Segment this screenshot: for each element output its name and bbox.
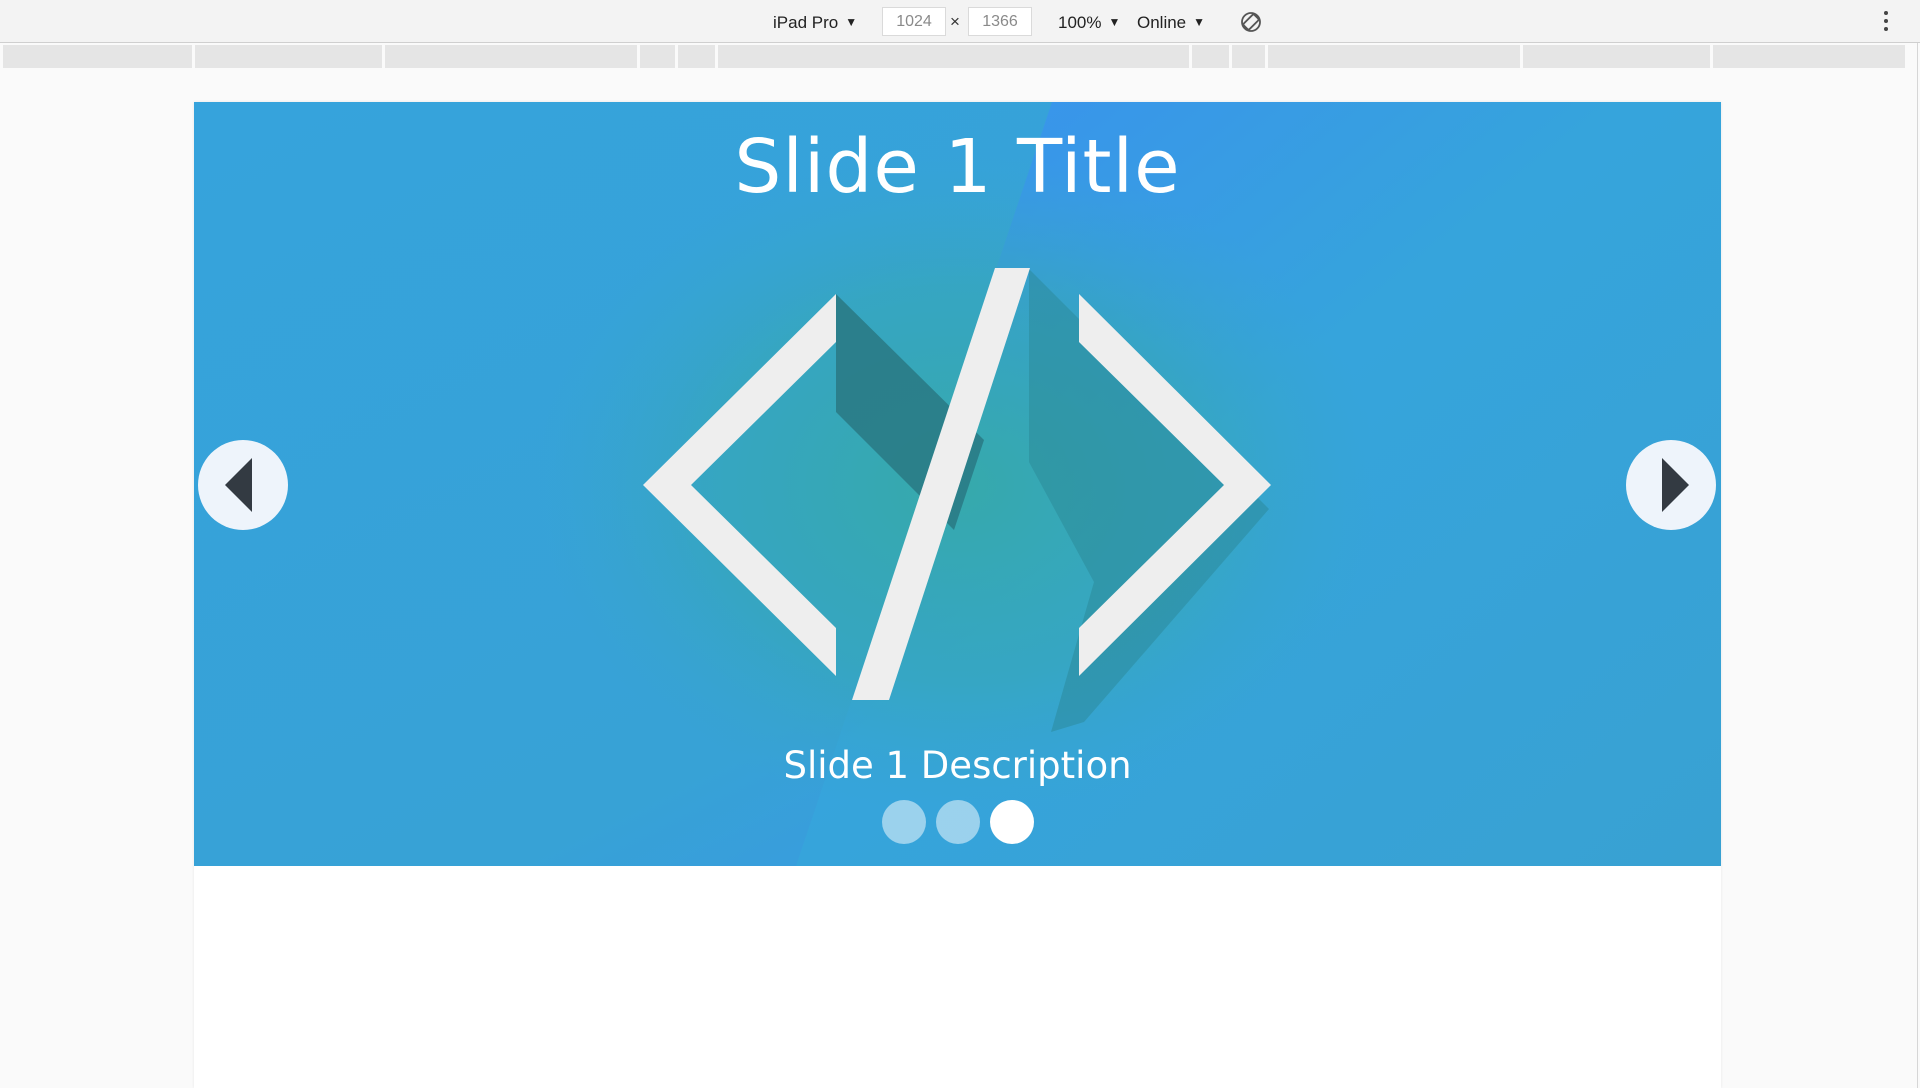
chevron-down-icon: ▼ <box>1108 15 1121 29</box>
emulated-page: Slide 1 Title Slide 1 Description <box>194 102 1721 1088</box>
height-input[interactable] <box>968 7 1032 36</box>
slide-indicator-active[interactable] <box>989 800 1034 844</box>
slide-description: Slide 1 Description <box>783 744 1132 787</box>
device-toolbar: iPad Pro ▼ × 100% ▼ Online ▼ <box>0 0 1920 43</box>
slide-indicator[interactable] <box>881 800 926 844</box>
device-select[interactable]: iPad Pro ▼ <box>773 0 857 43</box>
media-query-segment[interactable] <box>1713 45 1905 68</box>
next-slide-button[interactable] <box>1626 440 1716 530</box>
device-label: iPad Pro <box>773 13 839 32</box>
media-query-segment[interactable] <box>3 45 192 68</box>
media-query-segment[interactable] <box>1523 45 1710 68</box>
media-query-segment[interactable] <box>195 45 382 68</box>
media-query-segment[interactable] <box>1232 45 1265 68</box>
dimension-separator: × <box>950 12 960 31</box>
width-input[interactable] <box>882 7 946 36</box>
media-query-segment[interactable] <box>678 45 715 68</box>
chevron-down-icon: ▼ <box>1193 15 1206 29</box>
media-query-segment[interactable] <box>718 45 1189 68</box>
arrow-right-icon <box>1662 458 1689 512</box>
media-query-segment[interactable] <box>385 45 637 68</box>
media-query-bar <box>3 45 1914 68</box>
prev-slide-button[interactable] <box>198 440 288 530</box>
network-label: Online <box>1137 13 1187 32</box>
rotate-icon[interactable] <box>1239 10 1263 34</box>
slide-indicator[interactable] <box>935 800 980 844</box>
image-carousel: Slide 1 Title Slide 1 Description <box>194 102 1721 866</box>
zoom-select[interactable]: 100% ▼ <box>1058 0 1120 43</box>
network-throttle-select[interactable]: Online ▼ <box>1137 0 1205 43</box>
slide-indicators <box>194 800 1721 844</box>
zoom-label: 100% <box>1058 13 1102 32</box>
media-query-segment[interactable] <box>640 45 675 68</box>
chevron-down-icon: ▼ <box>845 15 858 29</box>
viewport-edge <box>1917 43 1918 1088</box>
media-query-segment[interactable] <box>1192 45 1229 68</box>
media-query-segment[interactable] <box>1268 45 1520 68</box>
arrow-left-icon <box>225 458 252 512</box>
more-options-icon[interactable] <box>1881 11 1891 33</box>
